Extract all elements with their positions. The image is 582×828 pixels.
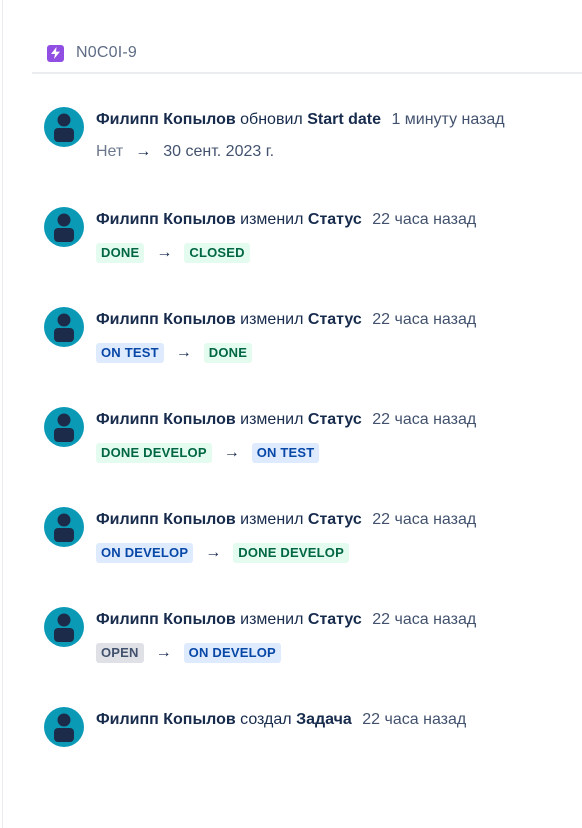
user-avatar-icon — [54, 113, 74, 142]
old-value: Нет — [96, 143, 124, 160]
old-status-lozenge: DONE — [96, 243, 145, 263]
arrow-icon: → — [156, 244, 173, 261]
history-panel: N0C0I-9 Филипп Копылов обновил Start dat… — [0, 0, 582, 828]
timestamp[interactable]: 22 часа назад — [362, 711, 466, 728]
action-verb: изменил — [240, 611, 304, 628]
change-values: ON DEVELOP → DONE DEVELOP — [96, 543, 349, 563]
old-status-lozenge: ON DEVELOP — [96, 543, 194, 563]
panel-left-border — [2, 0, 3, 828]
change-values: Нет → 30 сент. 2023 г. — [96, 143, 274, 161]
old-status-lozenge: DONE DEVELOP — [96, 443, 212, 463]
entry-summary: Филипп Копылов обновил Start date 1 мину… — [96, 110, 505, 130]
lightning-bolt-icon — [47, 44, 64, 62]
change-values: ON TEST → DONE — [96, 343, 253, 363]
change-values: DONE → CLOSED — [96, 243, 250, 263]
avatar[interactable] — [44, 707, 84, 747]
action-verb: изменил — [240, 211, 304, 228]
user-avatar-icon — [54, 213, 74, 242]
entry-summary: Филипп Копылов изменил Статус 22 часа на… — [96, 310, 476, 330]
arrow-icon: → — [223, 444, 240, 461]
author-name[interactable]: Филипп Копылов — [96, 211, 236, 228]
issue-key-link[interactable]: N0C0I-9 — [76, 44, 137, 62]
change-values: OPEN → ON DEVELOP — [96, 643, 281, 663]
arrow-icon: → — [175, 344, 192, 361]
entry-summary: Филипп Копылов изменил Статус 22 часа на… — [96, 510, 476, 530]
entry-summary: Филипп Копылов изменил Статус 22 часа на… — [96, 610, 476, 630]
author-name[interactable]: Филипп Копылов — [96, 511, 236, 528]
author-name[interactable]: Филипп Копылов — [96, 411, 236, 428]
action-verb: создал — [240, 711, 292, 728]
new-status-lozenge: ON DEVELOP — [183, 643, 281, 663]
action-verb: изменил — [240, 411, 304, 428]
action-verb: изменил — [240, 311, 304, 328]
new-status-lozenge: CLOSED — [184, 243, 250, 263]
timestamp[interactable]: 22 часа назад — [372, 511, 476, 528]
timestamp[interactable]: 22 часа назад — [372, 211, 476, 228]
changed-field: Start date — [307, 111, 381, 128]
arrow-icon: → — [205, 544, 222, 561]
entry-summary: Филипп Копылов изменил Статус 22 часа на… — [96, 210, 476, 230]
avatar[interactable] — [44, 507, 84, 547]
timestamp[interactable]: 1 минуту назад — [391, 111, 504, 128]
issue-header: N0C0I-9 — [47, 43, 137, 63]
avatar[interactable] — [44, 107, 84, 147]
changed-field: Статус — [307, 311, 362, 328]
changed-field: Статус — [307, 411, 362, 428]
header-divider — [32, 72, 582, 74]
user-avatar-icon — [54, 413, 74, 442]
new-status-lozenge: DONE — [203, 343, 253, 363]
author-name[interactable]: Филипп Копылов — [96, 611, 236, 628]
entry-summary: Филипп Копылов изменил Статус 22 часа на… — [96, 410, 476, 430]
action-verb: изменил — [240, 511, 304, 528]
user-avatar-icon — [54, 513, 74, 542]
timestamp[interactable]: 22 часа назад — [372, 411, 476, 428]
author-name[interactable]: Филипп Копылов — [96, 311, 236, 328]
changed-field: Статус — [307, 211, 362, 228]
arrow-icon: → — [155, 644, 172, 661]
timestamp[interactable]: 22 часа назад — [372, 611, 476, 628]
new-status-lozenge: DONE DEVELOP — [233, 543, 349, 563]
user-avatar-icon — [54, 713, 74, 742]
new-value: 30 сент. 2023 г. — [163, 143, 275, 160]
change-values: DONE DEVELOP → ON TEST — [96, 443, 320, 463]
author-name[interactable]: Филипп Копылов — [96, 711, 236, 728]
changed-field: Статус — [307, 511, 362, 528]
avatar[interactable] — [44, 607, 84, 647]
new-status-lozenge: ON TEST — [251, 443, 320, 463]
timestamp[interactable]: 22 часа назад — [372, 311, 476, 328]
arrow-icon: → — [135, 143, 152, 160]
user-avatar-icon — [54, 613, 74, 642]
old-status-lozenge: OPEN — [96, 643, 144, 663]
changed-field: Задача — [296, 711, 352, 728]
avatar[interactable] — [44, 207, 84, 247]
author-name[interactable]: Филипп Копылов — [96, 111, 236, 128]
old-status-lozenge: ON TEST — [96, 343, 164, 363]
avatar[interactable] — [44, 307, 84, 347]
entry-summary: Филипп Копылов создал Задача 22 часа наз… — [96, 710, 466, 730]
avatar[interactable] — [44, 407, 84, 447]
changed-field: Статус — [307, 611, 362, 628]
user-avatar-icon — [54, 313, 74, 342]
action-verb: обновил — [240, 111, 303, 128]
